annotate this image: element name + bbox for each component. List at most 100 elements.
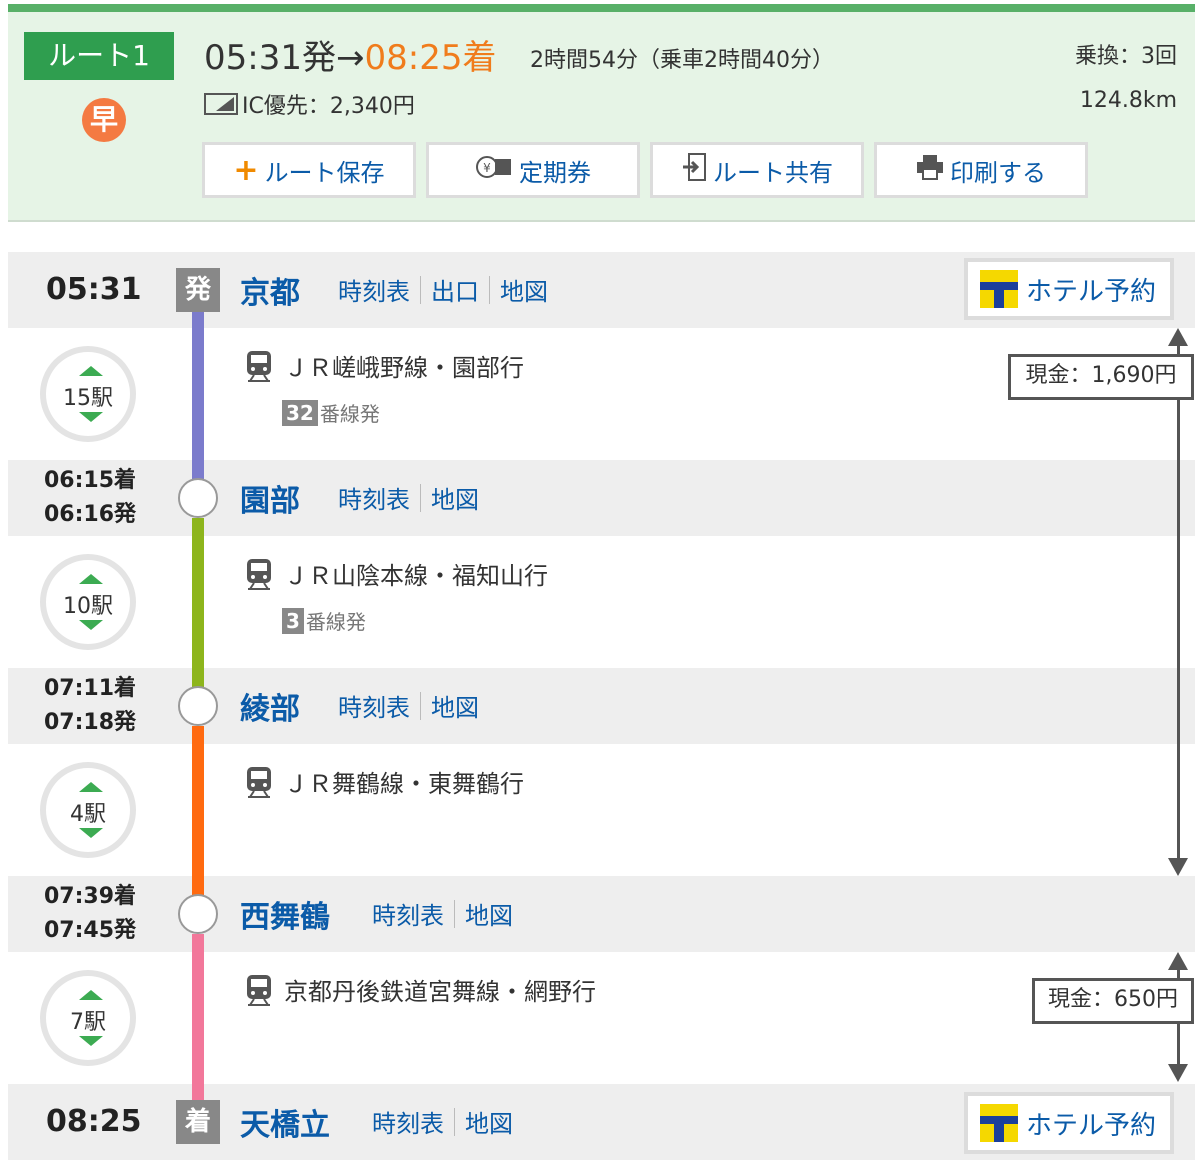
train-line-info: ＪＲ山陰本線・福知山行 <box>244 556 548 591</box>
distance: 124.8km <box>1079 88 1177 113</box>
train-line-info: ＪＲ嵯峨野線・園部行 <box>244 348 524 383</box>
print-button[interactable]: 印刷する <box>874 142 1088 198</box>
station-name-sonobe[interactable]: 園部 <box>240 476 300 520</box>
platform-number: 32 <box>282 399 318 426</box>
stops-count-toggle[interactable]: 7駅 <box>40 970 136 1066</box>
route-times: 05:31発→08:25着 <box>204 30 496 79</box>
station-links-ayabe: 時刻表 地図 <box>338 688 479 723</box>
exit-link[interactable]: 出口 <box>431 272 479 307</box>
map-link[interactable]: 地図 <box>465 896 513 931</box>
save-route-label: ルート保存 <box>264 158 385 187</box>
arrive-time: 08:25着 <box>364 38 497 78</box>
route-header-bar <box>8 4 1195 12</box>
timetable-link[interactable]: 時刻表 <box>338 480 410 515</box>
line-maizuru <box>192 726 204 898</box>
stops-count-toggle[interactable]: 15駅 <box>40 346 136 442</box>
station-node <box>178 478 218 518</box>
stops-count-toggle[interactable]: 4駅 <box>40 762 136 858</box>
expand-up-icon <box>79 366 103 376</box>
divider <box>420 483 421 512</box>
commuter-pass-label: 定期券 <box>519 158 591 187</box>
station-links-nishimaizuru: 時刻表 地図 <box>372 896 513 931</box>
fare-range-arrow-down-icon <box>1168 1064 1188 1082</box>
cash-fare-2: 現金：650円 <box>1032 978 1194 1024</box>
train-line-info: ＪＲ舞鶴線・東舞鶴行 <box>244 764 524 799</box>
station-links-kyoto: 時刻表 出口 地図 <box>338 272 548 307</box>
line-miyamai <box>192 934 204 1106</box>
timetable-link[interactable]: 時刻表 <box>372 896 444 931</box>
station-name-ayabe[interactable]: 綾部 <box>240 684 300 728</box>
fastest-icon: 早 <box>82 98 126 142</box>
map-link[interactable]: 地図 <box>500 272 548 307</box>
commuter-pass-button[interactable]: ¥ 定期券 <box>426 142 640 198</box>
train-line-name[interactable]: ＪＲ舞鶴線・東舞鶴行 <box>284 764 524 799</box>
station-links-sonobe: 時刻表 地図 <box>338 480 479 515</box>
depart-mark: 発 <box>176 268 220 312</box>
ic-fare-text: IC優先：2,340円 <box>242 94 415 119</box>
route-summary-panel: ルート1 早 05:31発→08:25着 2時間54分（乗車2時間40分） 乗換… <box>8 12 1195 222</box>
divider <box>489 275 490 304</box>
expand-down-icon <box>79 620 103 630</box>
stops-count: 10駅 <box>63 594 113 619</box>
train-line-name[interactable]: ＪＲ山陰本線・福知山行 <box>284 556 548 591</box>
save-route-button[interactable]: + ルート保存 <box>202 142 416 198</box>
t-point-logo-icon <box>980 1104 1018 1142</box>
station-name-kyoto[interactable]: 京都 <box>240 268 300 312</box>
divider <box>454 899 455 928</box>
ic-fare: IC優先：2,340円 <box>204 88 415 120</box>
timetable-link[interactable]: 時刻表 <box>372 1104 444 1139</box>
depart-time-sonobe: 06:16発 <box>44 502 137 527</box>
fare-range-arrow-down-icon <box>1168 858 1188 876</box>
timetable-link[interactable]: 時刻表 <box>338 688 410 723</box>
duration: 2時間54分（乗車2時間40分） <box>530 48 834 73</box>
depart-time: 05:31発 <box>204 38 336 78</box>
train-icon <box>244 557 274 591</box>
station-name-nishimaizuru[interactable]: 西舞鶴 <box>240 892 330 936</box>
map-link[interactable]: 地図 <box>431 480 479 515</box>
expand-up-icon <box>79 990 103 1000</box>
line-sanin <box>192 518 204 690</box>
map-link[interactable]: 地図 <box>431 688 479 723</box>
station-name-amanohashidate[interactable]: 天橋立 <box>240 1100 330 1144</box>
platform-info: 3 番線発 <box>282 606 366 635</box>
stops-count: 7駅 <box>70 1010 106 1035</box>
depart-time-nishimaizuru: 07:45発 <box>44 918 137 943</box>
station-links-amanohashidate: 時刻表 地図 <box>372 1104 513 1139</box>
arrive-time-nishimaizuru: 07:39着 <box>44 884 137 909</box>
print-label: 印刷する <box>950 158 1046 187</box>
yen-ticket-icon: ¥ <box>475 154 513 186</box>
ic-card-icon <box>204 93 238 115</box>
share-route-button[interactable]: ルート共有 <box>650 142 864 198</box>
plus-icon: + <box>233 152 259 188</box>
svg-text:¥: ¥ <box>483 161 491 175</box>
hotel-booking-button-kyoto[interactable]: ホテル予約 <box>964 258 1174 320</box>
share-icon <box>681 152 707 188</box>
train-line-info: 京都丹後鉄道宮舞線・網野行 <box>244 972 596 1007</box>
hotel-booking-button-amanohashidate[interactable]: ホテル予約 <box>964 1092 1174 1154</box>
train-line-name[interactable]: ＪＲ嵯峨野線・園部行 <box>284 348 524 383</box>
hotel-booking-label: ホテル予約 <box>1026 276 1157 307</box>
timetable-link[interactable]: 時刻表 <box>338 272 410 307</box>
expand-up-icon <box>79 782 103 792</box>
stops-count: 4駅 <box>70 802 106 827</box>
arrive-time-amanohashidate: 08:25 <box>46 1104 142 1139</box>
depart-time-kyoto: 05:31 <box>46 272 142 307</box>
station-node <box>178 686 218 726</box>
t-point-logo-icon <box>980 270 1018 308</box>
depart-time-ayabe: 07:18発 <box>44 710 137 735</box>
segment-row-4 <box>8 952 1195 1084</box>
line-sagano <box>192 312 204 482</box>
platform-suffix: 番線発 <box>305 610 366 634</box>
cash-fare-1: 現金：1,690円 <box>1008 354 1194 400</box>
platform-suffix: 番線発 <box>319 402 380 426</box>
arrive-time-sonobe: 06:15着 <box>44 468 137 493</box>
segment-row-2 <box>8 536 1195 668</box>
stops-count-toggle[interactable]: 10駅 <box>40 554 136 650</box>
expand-up-icon <box>79 574 103 584</box>
station-node <box>178 894 218 934</box>
platform-info: 32 番線発 <box>282 398 380 427</box>
map-link[interactable]: 地図 <box>465 1104 513 1139</box>
arrive-time-ayabe: 07:11着 <box>44 676 137 701</box>
train-line-name[interactable]: 京都丹後鉄道宮舞線・網野行 <box>284 972 596 1007</box>
printer-icon <box>916 154 944 186</box>
